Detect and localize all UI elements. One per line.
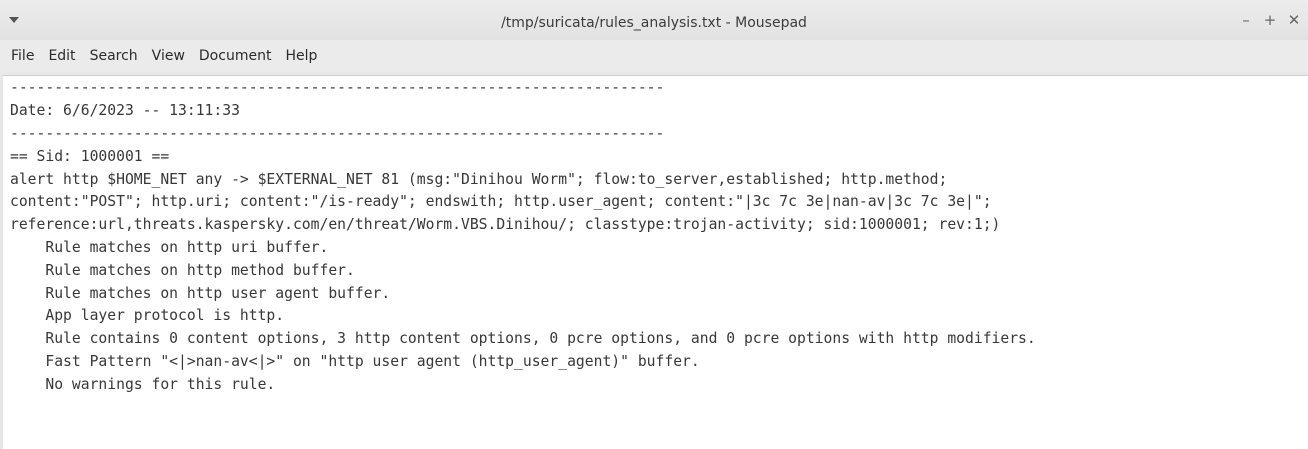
editor-line: Rule contains 0 content options, 3 http …: [10, 330, 1036, 347]
menu-search[interactable]: Search: [84, 42, 146, 70]
editor-line: Rule matches on http user agent buffer.: [10, 285, 391, 302]
window-controls: – + ✕: [1236, 10, 1304, 30]
minimize-button[interactable]: –: [1236, 10, 1256, 30]
editor-line: Fast Pattern "<|>nan-av<|>" on "http use…: [10, 353, 700, 370]
editor-line: No warnings for this rule.: [10, 376, 276, 393]
text-editor-area[interactable]: ----------------------------------------…: [0, 75, 1308, 449]
menu-edit[interactable]: Edit: [42, 42, 83, 70]
editor-line: alert http $HOME_NET any -> $EXTERNAL_NE…: [10, 171, 948, 188]
editor-line: content:"POST"; http.uri; content:"/is-r…: [10, 193, 992, 210]
left-border: [0, 75, 3, 449]
editor-line: == Sid: 1000001 ==: [10, 148, 170, 165]
editor-line: Rule matches on http uri buffer.: [10, 239, 329, 256]
menu-view[interactable]: View: [146, 42, 193, 70]
menu-document[interactable]: Document: [193, 42, 280, 70]
menu-file[interactable]: File: [5, 42, 42, 70]
editor-line: Date: 6/6/2023 -- 13:11:33: [10, 102, 240, 119]
editor-line: Rule matches on http method buffer.: [10, 262, 355, 279]
title-bar[interactable]: /tmp/suricata/rules_analysis.txt - Mouse…: [0, 0, 1308, 40]
mousepad-window: /tmp/suricata/rules_analysis.txt - Mouse…: [0, 0, 1308, 449]
close-button[interactable]: ✕: [1284, 10, 1304, 30]
editor-line: App layer protocol is http.: [10, 307, 285, 324]
editor-line: ----------------------------------------…: [10, 79, 665, 96]
editor-line: reference:url,threats.kaspersky.com/en/t…: [10, 216, 1001, 233]
menu-bar: File Edit Search View Document Help: [0, 40, 1308, 72]
window-title: /tmp/suricata/rules_analysis.txt - Mouse…: [501, 15, 807, 31]
editor-line: ----------------------------------------…: [10, 125, 665, 142]
maximize-button[interactable]: +: [1260, 10, 1280, 30]
menu-help[interactable]: Help: [279, 42, 325, 70]
